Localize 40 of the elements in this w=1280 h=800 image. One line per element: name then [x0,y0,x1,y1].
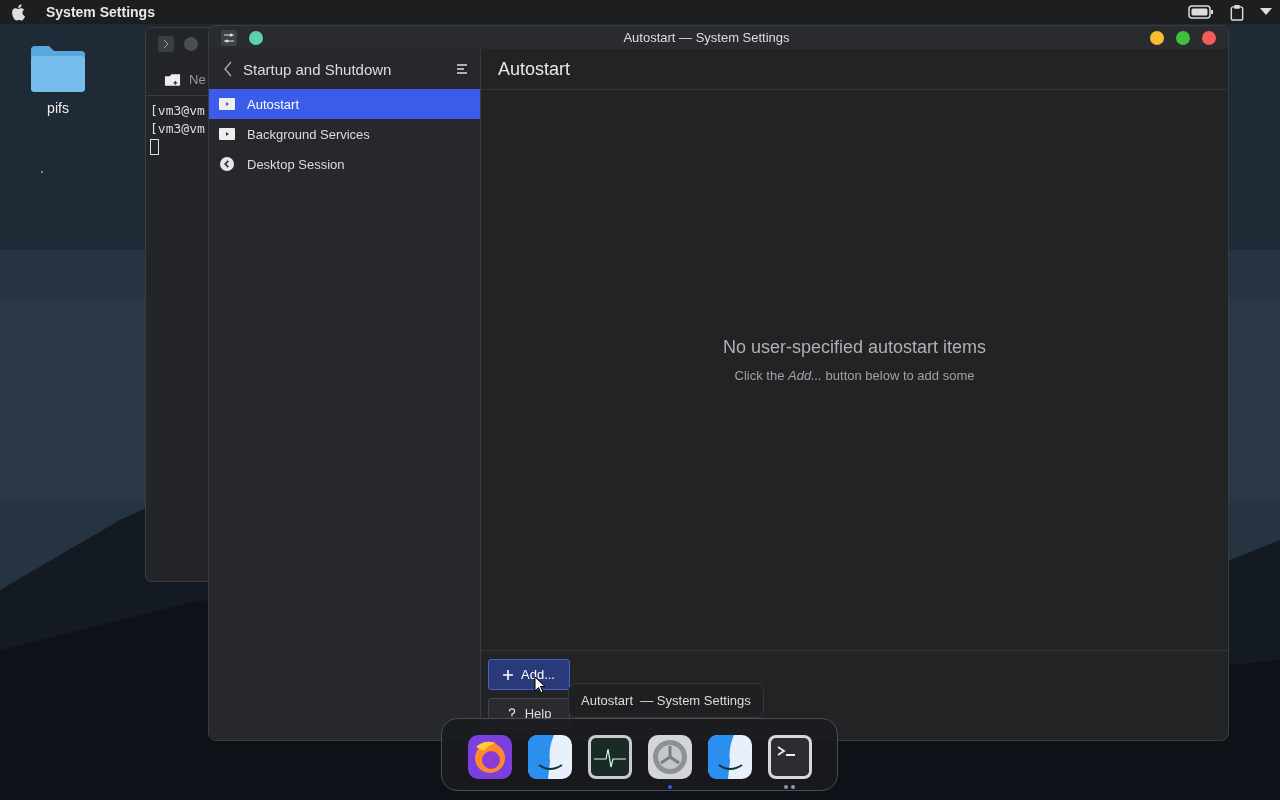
play-icon [219,97,235,111]
sliders-icon[interactable] [221,29,237,46]
page-title: Autostart [498,58,571,80]
text-cursor [150,139,159,155]
battery-icon[interactable] [1188,5,1214,19]
terminal-line: [vm3@vm [150,102,205,120]
sidebar-item[interactable]: Desktop Session [209,149,480,179]
empty-hint: Click the Add... button below to add some [734,368,975,383]
new-tab-label[interactable]: Ne [189,72,206,87]
plus-icon [503,668,513,681]
two-tone-face-icon[interactable] [707,735,752,779]
fox-browser-icon[interactable] [467,735,512,779]
add-button[interactable]: Add... [488,659,570,690]
window-title: Autostart — System Settings [622,30,791,45]
clipboard-icon[interactable] [1230,3,1244,21]
empty-heading: No user-specified autostart items [722,337,987,358]
folder-icon[interactable] [29,44,87,94]
gear-icon[interactable] [647,735,692,779]
terminal-line: [vm3@vm [150,120,205,138]
folder-label[interactable]: pifs [47,100,69,116]
chevron-icon[interactable] [158,36,174,52]
tooltip: Autostart — System Settings [568,683,764,718]
chevron-circle-icon [219,157,235,171]
close-button-icon[interactable] [1202,30,1216,45]
minimize-button-icon[interactable] [1150,30,1164,45]
heartbeat-monitor-icon[interactable] [587,735,632,779]
sidebar-title: Startup and Shutdown [243,60,393,78]
app-name[interactable]: System Settings [46,4,155,20]
play-icon [219,127,235,141]
pin-button-icon[interactable] [249,30,263,45]
menu-icon[interactable] [456,64,468,74]
sidebar-item[interactable]: Background Services [209,119,480,149]
apple-logo-icon[interactable] [10,2,28,22]
back-icon[interactable] [223,61,233,77]
new-tab-icon[interactable] [164,72,181,87]
dropdown-caret-icon[interactable] [1260,8,1272,16]
maximize-button-icon[interactable] [1176,30,1190,45]
sidebar-item[interactable]: Autostart [209,89,480,119]
terminal-icon[interactable] [767,735,812,779]
two-tone-face-icon[interactable] [527,735,572,779]
